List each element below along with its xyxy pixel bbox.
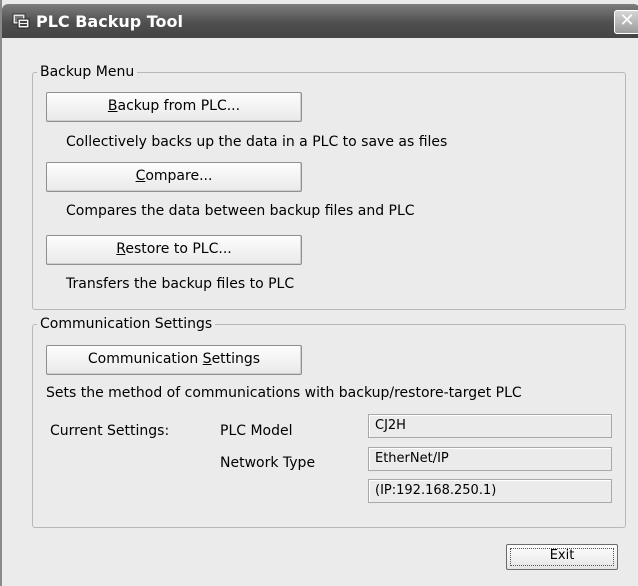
window-title: PLC Backup Tool (36, 12, 184, 31)
backup-description: Collectively backs up the data in a PLC … (66, 134, 448, 150)
current-settings-label: Current Settings: (50, 423, 170, 439)
communication-settings-button[interactable]: Communication Settings (46, 345, 302, 375)
plc-model-field: CJ2H (368, 414, 612, 438)
restore-to-plc-button[interactable]: Restore to PLC... (46, 235, 302, 265)
compare-button[interactable]: Compare... (46, 162, 302, 192)
close-button[interactable]: ✕ (614, 10, 638, 34)
focus-rectangle (510, 548, 614, 566)
communication-settings-legend: Communication Settings (40, 316, 213, 332)
close-icon: ✕ (619, 10, 635, 31)
ip-address-field: (IP:192.168.250.1) (368, 479, 612, 503)
plc-backup-tool-window: PLC Backup Tool ✕ Backup Menu Backup fro… (0, 0, 638, 586)
plc-model-label: PLC Model (220, 423, 293, 439)
network-type-label: Network Type (220, 455, 316, 471)
title-bar[interactable]: PLC Backup Tool ✕ (2, 4, 638, 38)
communication-description: Sets the method of communications with b… (46, 385, 522, 401)
exit-button[interactable]: Exit (506, 544, 618, 570)
network-type-field: EtherNet/IP (368, 447, 612, 471)
restore-description: Transfers the backup files to PLC (66, 276, 295, 292)
compare-description: Compares the data between backup files a… (66, 203, 415, 219)
backup-from-plc-button[interactable]: Backup from PLC... (46, 92, 302, 122)
app-icon (12, 13, 30, 29)
backup-menu-legend: Backup Menu (40, 64, 135, 80)
